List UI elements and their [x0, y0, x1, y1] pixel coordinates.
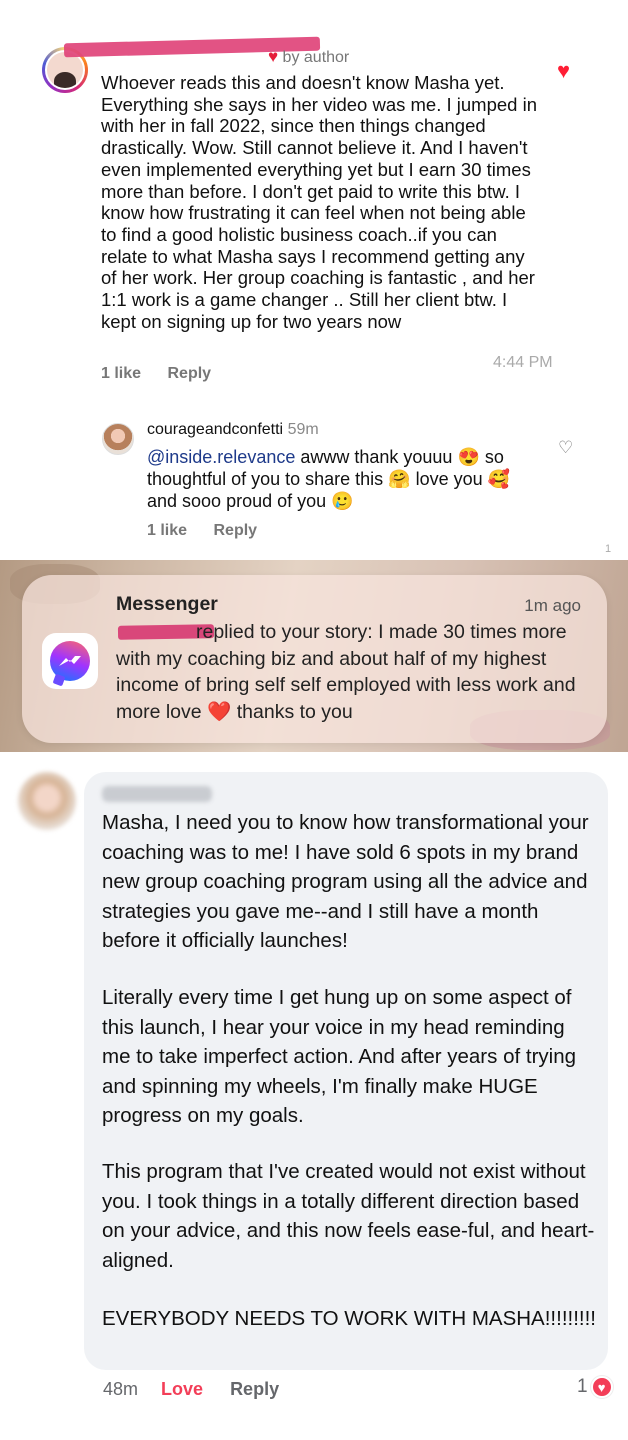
reply-likes-count[interactable]: 1 like	[147, 522, 187, 539]
notification-message-end: thanks to you	[231, 700, 353, 723]
reply-button[interactable]: Reply	[230, 1379, 279, 1399]
reaction-count: 1	[577, 1376, 588, 1397]
instagram-reply: courageandconfetti 59m @inside.relevance…	[0, 0, 628, 560]
comment-paragraph-3: This program that I've created would not…	[102, 1160, 595, 1272]
reply-mention[interactable]: @inside.relevance	[147, 447, 295, 467]
reaction-summary[interactable]: 1 ♥	[577, 1376, 613, 1398]
comment-paragraph-4: EVERYBODY NEEDS TO WORK WITH MASHA!!!!!!…	[102, 1307, 596, 1330]
blurred-commenter-name[interactable]	[102, 786, 212, 802]
reply-actions: 1 like Reply	[147, 522, 279, 540]
messenger-notification[interactable]: Messenger 1m ago replied to your story: …	[22, 575, 607, 743]
notification-time: 1m ago	[524, 596, 581, 615]
comment-paragraph-1: Masha, I need you to know how transforma…	[102, 811, 589, 952]
notification-app-name: Messenger	[116, 593, 218, 615]
love-reaction-icon: ♥	[590, 1376, 613, 1398]
commenter-avatar-blurred[interactable]	[18, 772, 76, 830]
comment-paragraph-2: Literally every time I get hung up on so…	[102, 986, 577, 1127]
reply-like-heart-icon[interactable]: ♡	[558, 438, 573, 458]
comment-actions: 48m Love Reply	[103, 1379, 279, 1400]
love-reaction-button[interactable]: Love	[161, 1379, 203, 1399]
facebook-comment: Masha, I need you to know how transforma…	[0, 752, 628, 1440]
tiny-counter: 1	[605, 543, 612, 555]
reply-avatar[interactable]	[102, 423, 134, 455]
reply-header: courageandconfetti 59m	[147, 421, 319, 439]
reply-ago: 59m	[287, 421, 319, 438]
reply-username[interactable]: courageandconfetti	[147, 421, 283, 438]
red-heart-emoji: ❤️	[207, 700, 232, 723]
comment-ago[interactable]: 48m	[103, 1379, 138, 1399]
notification-message: replied to your story: I made 30 times m…	[116, 619, 596, 725]
messenger-logo-icon	[50, 641, 90, 681]
reply-reply-button[interactable]: Reply	[213, 522, 257, 539]
messenger-app-icon	[42, 633, 98, 689]
reply-text: @inside.relevance awww thank youuu 😍 so …	[147, 446, 527, 512]
